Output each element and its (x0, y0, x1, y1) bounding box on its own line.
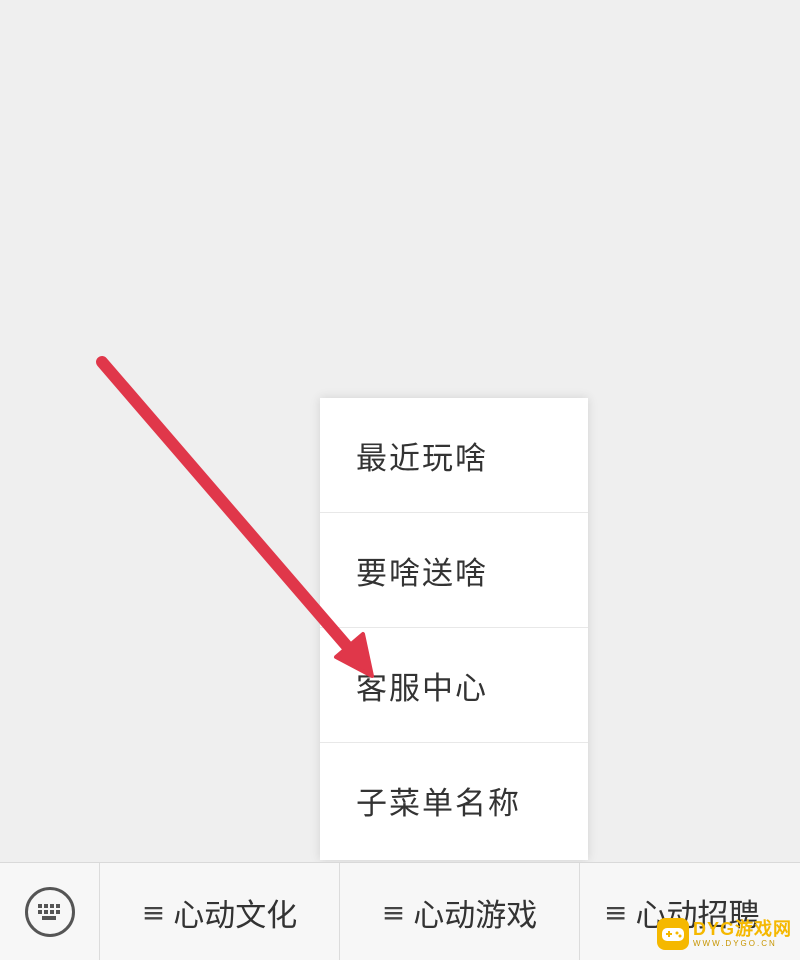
tab-games[interactable]: ≡ 心动游戏 (340, 863, 580, 960)
menu-item-label: 要啥送啥 (356, 555, 488, 592)
menu-item-label: 子菜单名称 (356, 786, 521, 822)
tab-culture[interactable]: ≡ 心动文化 (100, 863, 340, 960)
menu-item-recent-games[interactable]: 最近玩啥 (320, 398, 588, 513)
tab-label: 心动游戏 (413, 897, 538, 934)
menu-item-gifts[interactable]: 要啥送啥 (320, 513, 588, 628)
menu-lines-icon: ≡ (141, 895, 166, 929)
watermark-sub-text: WWW.DYGO.CN (692, 939, 777, 948)
menu-item-customer-service[interactable]: 客服中心 (320, 628, 588, 743)
tab-label: 心动文化 (173, 897, 298, 934)
menu-lines-icon: ≡ (604, 895, 628, 929)
keyboard-icon (24, 887, 75, 937)
menu-item-label: 客服中心 (356, 670, 488, 707)
menu-lines-icon: ≡ (381, 895, 406, 929)
menu-item-label: 最近玩啥 (356, 440, 488, 477)
menu-item-submenu-name[interactable]: 子菜单名称 (320, 743, 588, 858)
chat-screen: 最近玩啥 要啥送啥 客服中心 子菜单名称 ≡ 心动文化 ≡ 心动游戏 ≡ 心动招… (0, 0, 800, 960)
watermark-logo: DYG游戏网 WWW.DYGO.CN (656, 918, 792, 950)
arrow-shaft (96, 356, 358, 658)
gamepad-icon (656, 918, 689, 950)
keyboard-toggle-button[interactable] (0, 863, 100, 960)
submenu-popup: 最近玩啥 要啥送啥 客服中心 子菜单名称 (320, 398, 588, 860)
watermark-main-text: DYG游戏网 (692, 919, 792, 939)
